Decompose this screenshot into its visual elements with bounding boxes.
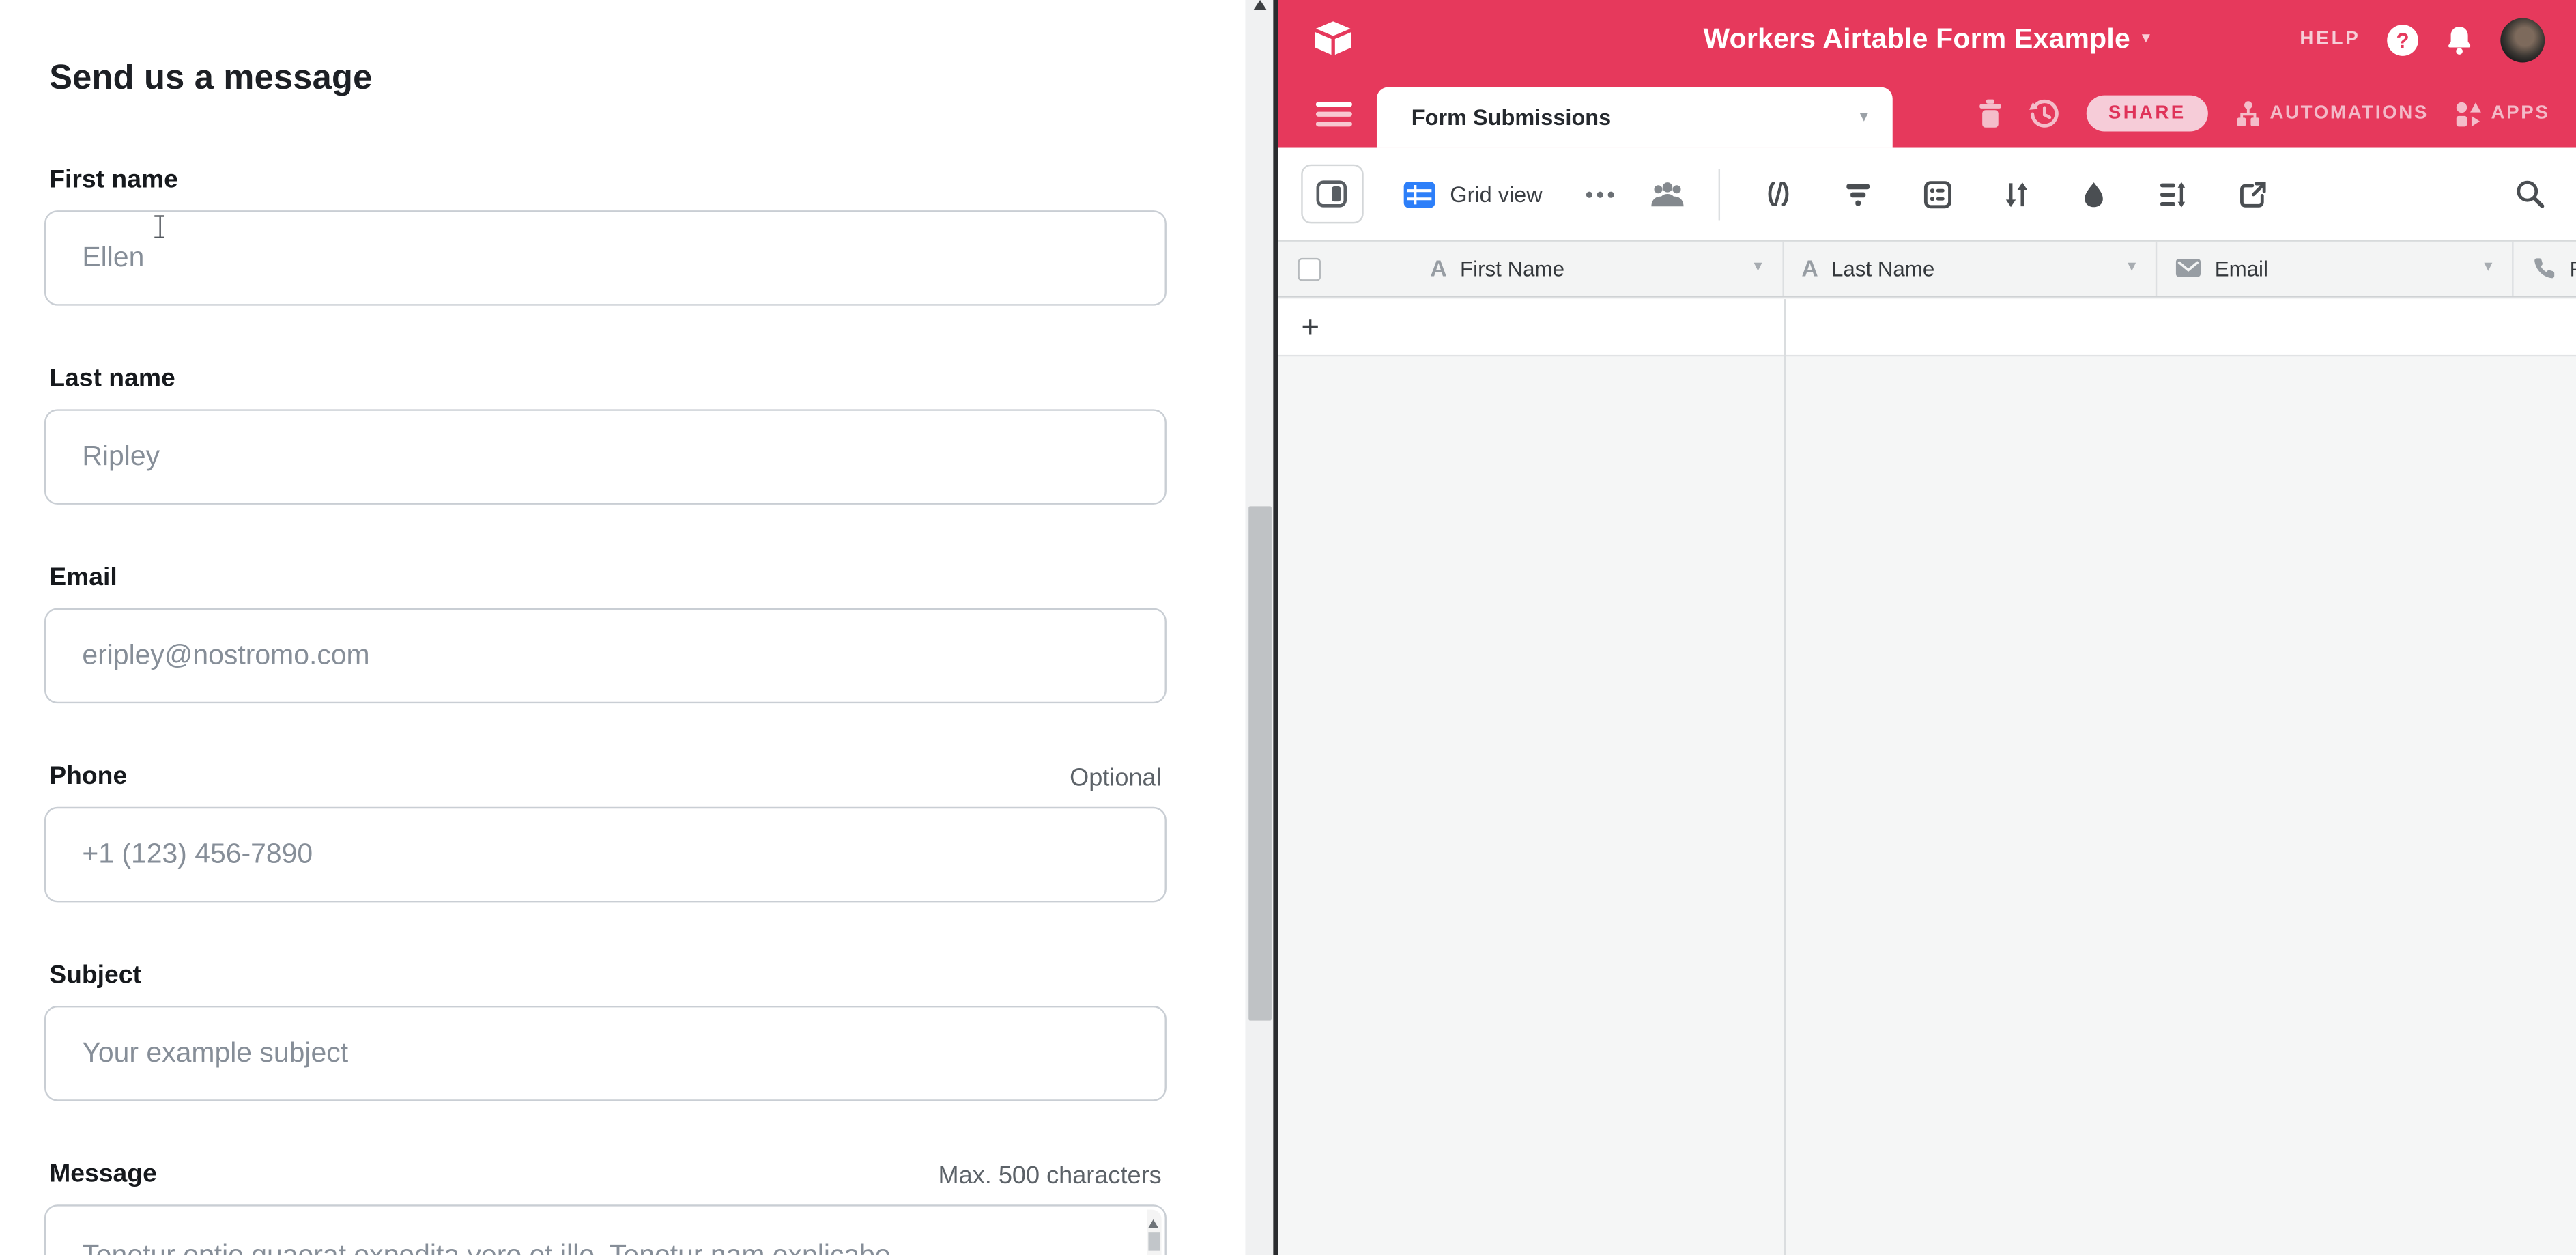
add-record-row[interactable]: + (1278, 298, 2576, 356)
trash-icon[interactable] (1979, 98, 2003, 128)
email-field: Email (44, 564, 1167, 704)
column-header-phone[interactable]: Phone (2514, 242, 2576, 295)
last-name-input[interactable] (44, 409, 1167, 505)
tab-form-submissions[interactable]: Form Submissions ▾ (1377, 87, 1893, 148)
help-question-icon[interactable]: ? (2387, 24, 2418, 55)
row-height-icon[interactable] (2158, 180, 2186, 208)
column-header-last-name[interactable]: A Last Name ▾ (1784, 242, 2158, 295)
message-label: Message (49, 1160, 157, 1189)
page-title: Send us a message (49, 59, 1216, 99)
sort-icon[interactable] (2004, 180, 2029, 208)
scroll-up-arrow-icon[interactable] (1253, 0, 1265, 10)
column-label: Phone (2570, 256, 2576, 281)
phone-optional-hint: Optional (1070, 764, 1161, 792)
text-field-type-icon: A (1430, 255, 1446, 282)
airtable-tabbar: Form Submissions ▾ SHARE (1278, 79, 2576, 148)
share-label: SHARE (2108, 104, 2186, 124)
view-toolbar: Grid view (1278, 148, 2576, 240)
menu-hamburger-icon[interactable] (1315, 102, 1351, 126)
apps-icon (2455, 100, 2483, 128)
chevron-down-icon[interactable]: ▾ (2128, 260, 2136, 277)
share-button[interactable]: SHARE (2087, 96, 2207, 132)
avatar[interactable] (2500, 17, 2545, 61)
message-textarea[interactable] (44, 1204, 1167, 1255)
airtable-pane: Workers Airtable Form Example ▾ HELP ? F… (1278, 0, 2576, 1255)
grid-view-icon (1403, 180, 1435, 208)
data-grid: A First Name ▾ A Last Name ▾ Email ▾ (1278, 240, 2576, 1255)
notifications-bell-icon[interactable] (2444, 24, 2474, 55)
column-label: Email (2215, 256, 2268, 281)
view-switcher[interactable]: Grid view (1403, 180, 1543, 208)
share-view-icon[interactable] (2239, 180, 2267, 208)
subject-field: Subject (44, 961, 1167, 1101)
message-maxchars-hint: Max. 500 characters (939, 1162, 1162, 1190)
view-name: Grid view (1450, 182, 1542, 206)
sidebar-panel-icon (1316, 179, 1347, 208)
frozen-column-divider (1784, 298, 1785, 1255)
toolbar-divider (1718, 169, 1719, 220)
phone-label: Phone (49, 763, 127, 792)
subject-input[interactable] (44, 1006, 1167, 1101)
help-button[interactable]: HELP (2300, 29, 2360, 49)
chevron-down-icon[interactable]: ▾ (2484, 260, 2492, 277)
first-name-input[interactable] (44, 210, 1167, 306)
screen: Send us a message First name Last name E… (0, 0, 2576, 1255)
page-scrollbar[interactable] (1245, 0, 1273, 1255)
more-options-icon[interactable] (1585, 190, 1614, 198)
email-input[interactable] (44, 608, 1167, 704)
phone-field: Phone Optional (44, 763, 1167, 903)
airtable-titlebar: Workers Airtable Form Example ▾ HELP ? (1278, 0, 2576, 79)
grid-empty-canvas (1278, 357, 2576, 1255)
first-name-field: First name (44, 166, 1167, 306)
collaborators-icon[interactable] (1649, 180, 1685, 208)
page-scrollbar-thumb[interactable] (1248, 506, 1271, 1020)
text-cursor-icon (154, 215, 164, 240)
column-label: First Name (1460, 256, 1564, 281)
text-field-type-icon: A (1801, 255, 1818, 282)
color-icon[interactable] (2081, 180, 2106, 208)
apps-button[interactable]: APPS (2455, 100, 2550, 128)
toggle-sidebar-button[interactable] (1300, 165, 1362, 224)
textarea-scrollbar[interactable] (1147, 1209, 1162, 1255)
email-label: Email (49, 564, 117, 593)
column-header-email[interactable]: Email ▾ (2157, 242, 2513, 295)
automations-icon (2233, 100, 2261, 128)
chevron-down-icon[interactable]: ▾ (1860, 110, 1868, 126)
column-header-first-name[interactable]: A First Name ▾ (1278, 242, 1784, 295)
last-name-label: Last name (49, 365, 175, 394)
message-field: Message Max. 500 characters (44, 1160, 1167, 1255)
email-field-type-icon (2175, 258, 2202, 278)
apps-label: APPS (2491, 104, 2549, 124)
automations-label: AUTOMATIONS (2270, 104, 2429, 124)
last-name-field: Last name (44, 365, 1167, 505)
contact-form-pane: Send us a message First name Last name E… (0, 0, 1216, 1255)
column-label: Last Name (1831, 256, 1934, 281)
search-icon[interactable] (2515, 179, 2545, 208)
chevron-down-icon[interactable]: ▾ (2142, 31, 2150, 48)
chevron-down-icon[interactable]: ▾ (1754, 260, 1762, 277)
scroll-up-arrow-icon[interactable] (1148, 1219, 1158, 1228)
textarea-scrollbar-thumb[interactable] (1148, 1232, 1160, 1250)
group-icon[interactable] (1923, 180, 1951, 208)
active-table-name: Form Submissions (1412, 105, 1612, 130)
select-all-checkbox[interactable] (1298, 258, 1320, 280)
plus-icon[interactable]: + (1297, 310, 1323, 346)
hide-fields-icon[interactable] (1764, 181, 1792, 208)
history-icon[interactable] (2029, 98, 2061, 129)
automations-button[interactable]: AUTOMATIONS (2233, 100, 2429, 128)
subject-label: Subject (49, 961, 141, 991)
phone-input[interactable] (44, 807, 1167, 903)
first-name-label: First name (49, 166, 178, 195)
grid-header-row: A First Name ▾ A Last Name ▾ Email ▾ (1278, 240, 2576, 296)
filter-icon[interactable] (1845, 182, 1872, 206)
base-title[interactable]: Workers Airtable Form Example (1704, 23, 2131, 56)
phone-field-type-icon (2532, 256, 2556, 281)
